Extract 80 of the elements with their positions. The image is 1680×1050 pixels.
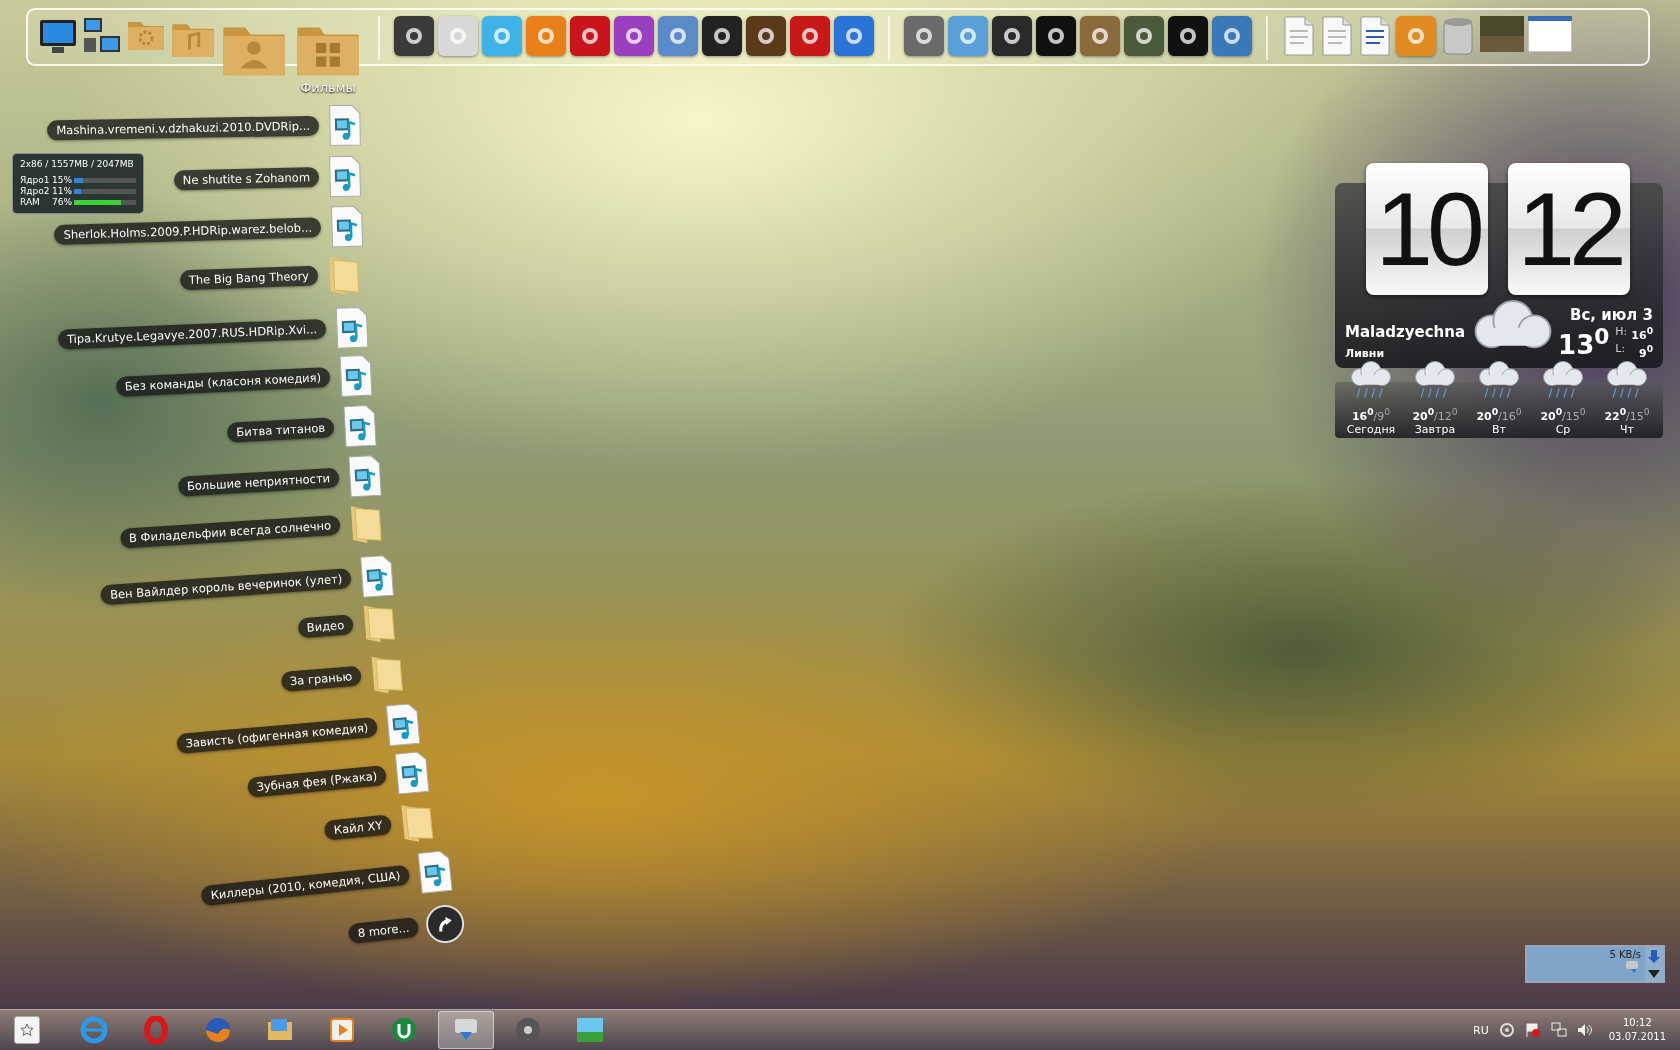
file-name-label[interactable]: Sherlok.Holms.2009.P.HDRip.warez.belob... — [54, 217, 322, 245]
file-name-label[interactable]: Ne shutite s Zohanom — [173, 167, 320, 191]
file-name-label[interactable]: The Big Bang Theory — [179, 265, 319, 291]
video-file-icon[interactable] — [326, 104, 364, 147]
landscape-picture-icon — [576, 1016, 604, 1044]
forecast-temperature: 22$^{0}$/15$^{0}$ — [1604, 406, 1650, 423]
media-disc-icon — [514, 1016, 542, 1044]
video-file-icon[interactable] — [345, 454, 385, 499]
memory-summary: 2x86 / 1557MB / 2047MB — [20, 158, 134, 170]
video-file-icon[interactable] — [392, 750, 432, 796]
city-name: Maladzyechna — [1345, 323, 1466, 341]
forecast-day: Ср — [1555, 423, 1571, 436]
forecast-temperature: 16$^{0}$/9$^{0}$ — [1351, 406, 1391, 423]
video-file-icon[interactable] — [415, 849, 456, 895]
file-name-label[interactable]: Mashina.vremeni.v.dzhakuzi.2010.DVDRip... — [47, 115, 320, 141]
meter-reading: 11% — [52, 185, 73, 197]
app-icon[interactable] — [702, 16, 742, 56]
video-file-icon[interactable] — [337, 354, 375, 398]
app-icon[interactable] — [992, 16, 1032, 56]
media-player-icon — [328, 1016, 356, 1044]
weather-condition: Ливни — [1345, 347, 1386, 360]
file-name-label[interactable]: Киллеры (2010, комедия, США) — [200, 864, 411, 907]
forecast-temperature: 20$^{0}$/16$^{0}$ — [1476, 406, 1522, 423]
star-button[interactable] — [14, 1016, 40, 1044]
app-icon[interactable] — [394, 16, 434, 56]
file-name-label[interactable]: Кайл XY — [323, 814, 393, 841]
date-text: Вс, июл 3 — [1569, 306, 1653, 325]
language-indicator[interactable]: RU — [1473, 1023, 1489, 1037]
current-temperature: 13$^{0}$ — [1558, 324, 1610, 360]
meter-name: RAM — [20, 196, 41, 208]
flag-icon[interactable] — [1524, 1022, 1541, 1038]
app-icon[interactable] — [746, 16, 786, 56]
forecast-temperature: 20$^{0}$/12$^{0}$ — [1412, 406, 1458, 423]
forecast-day: Чт — [1620, 423, 1634, 436]
star-icon — [21, 1024, 33, 1036]
network-icon[interactable] — [1550, 1022, 1567, 1038]
file-name-label[interactable]: За гранью — [280, 665, 362, 692]
volume-icon[interactable] — [1576, 1022, 1593, 1038]
clock-minutes: 12 — [1508, 163, 1630, 295]
video-file-icon[interactable] — [357, 554, 397, 599]
video-file-icon[interactable] — [340, 404, 380, 448]
file-name-label[interactable]: Вен Вайлдер король вечеринок (улет) — [100, 568, 352, 606]
file-name-label[interactable]: Большие неприятности — [177, 467, 340, 497]
clock-hours: 10 — [1366, 163, 1488, 295]
app-icon[interactable] — [1168, 16, 1208, 56]
app-icon[interactable] — [1124, 16, 1164, 56]
meter-name: Ядро1 — [20, 174, 51, 186]
dropdown-arrow-icon[interactable] — [1648, 970, 1660, 978]
forecast-day: Завтра — [1414, 423, 1456, 436]
forecast-day: Вт — [1492, 423, 1506, 436]
taskbar-clock[interactable]: 10:12 03.07.2011 — [1602, 1016, 1672, 1044]
low-temperature: 9$^{0}$ — [1637, 342, 1653, 360]
high-label: H: — [1615, 324, 1628, 340]
dock-label: Фильмы — [300, 80, 356, 95]
video-file-icon[interactable] — [326, 155, 364, 198]
forecast-day: Сегодня — [1346, 423, 1396, 436]
download-arrow-icon[interactable] — [1648, 950, 1660, 964]
file-name-label[interactable]: Битва титанов — [226, 417, 335, 443]
download-speed: 5 KB/s — [1609, 949, 1641, 960]
meter-reading: 15% — [52, 174, 73, 186]
file-name-label[interactable]: Зубная фея (Ржака) — [246, 765, 388, 798]
meter-reading: 76% — [52, 196, 73, 208]
screenshot-thumbnail-icon[interactable] — [1480, 16, 1524, 52]
file-name-label[interactable]: Видео — [297, 614, 354, 639]
file-name-label[interactable]: В Филадельфии всегда солнечно — [119, 514, 341, 549]
video-file-icon[interactable] — [383, 702, 423, 748]
app-icon[interactable] — [1036, 16, 1076, 56]
video-file-icon[interactable] — [333, 306, 371, 350]
window-thumbnail-icon[interactable] — [1528, 16, 1572, 52]
word-document-icon[interactable] — [1358, 16, 1392, 56]
ring-icon[interactable] — [1498, 1022, 1515, 1038]
high-temperature: 16$^{0}$ — [1631, 324, 1653, 343]
meter-name: Ядро2 — [20, 185, 51, 197]
more-items-link[interactable]: 8 more... — [347, 916, 420, 945]
video-file-icon[interactable] — [328, 205, 366, 249]
forecast-temperature: 20$^{0}$/15$^{0}$ — [1540, 406, 1586, 423]
download-icon — [1625, 960, 1641, 974]
file-name-label[interactable]: Без команды (класоня комедия) — [115, 367, 331, 397]
low-label: L: — [1615, 342, 1627, 358]
file-name-label[interactable]: Зависть (офигенная комедия) — [175, 716, 379, 755]
